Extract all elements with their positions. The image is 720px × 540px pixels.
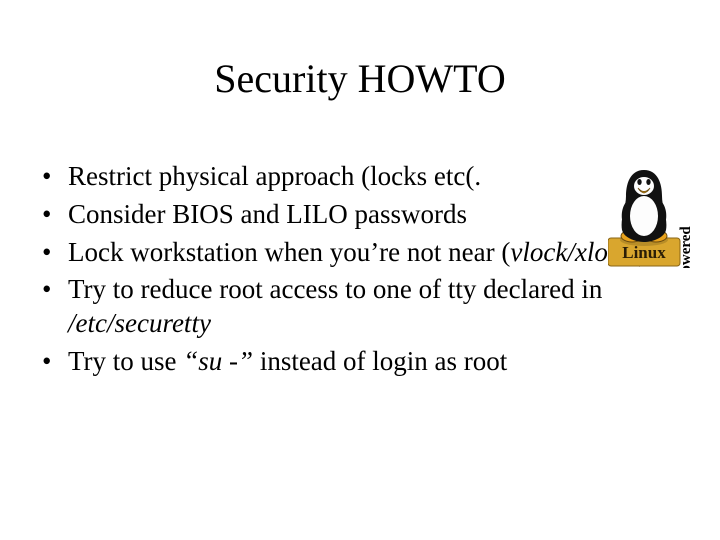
tux-penguin-icon: Linux Powered: [608, 158, 698, 268]
bullet-list: Restrict physical approach (locks etc(. …: [38, 160, 660, 383]
linux-powered-logo: Linux Powered: [608, 158, 698, 268]
bullet-text: Consider BIOS and LILO passwords: [68, 199, 467, 229]
bullet-text-tail: instead of login as root: [253, 346, 507, 376]
bullet-italic: “su -”: [183, 346, 253, 376]
slide-title: Security HOWTO: [0, 55, 720, 102]
bullet-text: Try to use: [68, 346, 183, 376]
list-item: Try to reduce root access to one of tty …: [38, 273, 660, 341]
bullet-text: Restrict physical approach (locks etc(.: [68, 161, 481, 191]
bullet-text: Try to reduce root access to one of tty …: [68, 274, 602, 304]
bullet-text: Lock workstation when you’re not near (: [68, 237, 510, 267]
bullet-italic: /etc/securetty: [68, 308, 211, 338]
list-item: Restrict physical approach (locks etc(.: [38, 160, 660, 194]
logo-powered-text: Powered: [678, 226, 694, 268]
list-item: Lock workstation when you’re not near (v…: [38, 236, 660, 270]
list-item: Try to use “su -” instead of login as ro…: [38, 345, 660, 379]
slide: Security HOWTO Restrict physical approac…: [0, 0, 720, 540]
tux-icon: [620, 170, 668, 246]
list-item: Consider BIOS and LILO passwords: [38, 198, 660, 232]
